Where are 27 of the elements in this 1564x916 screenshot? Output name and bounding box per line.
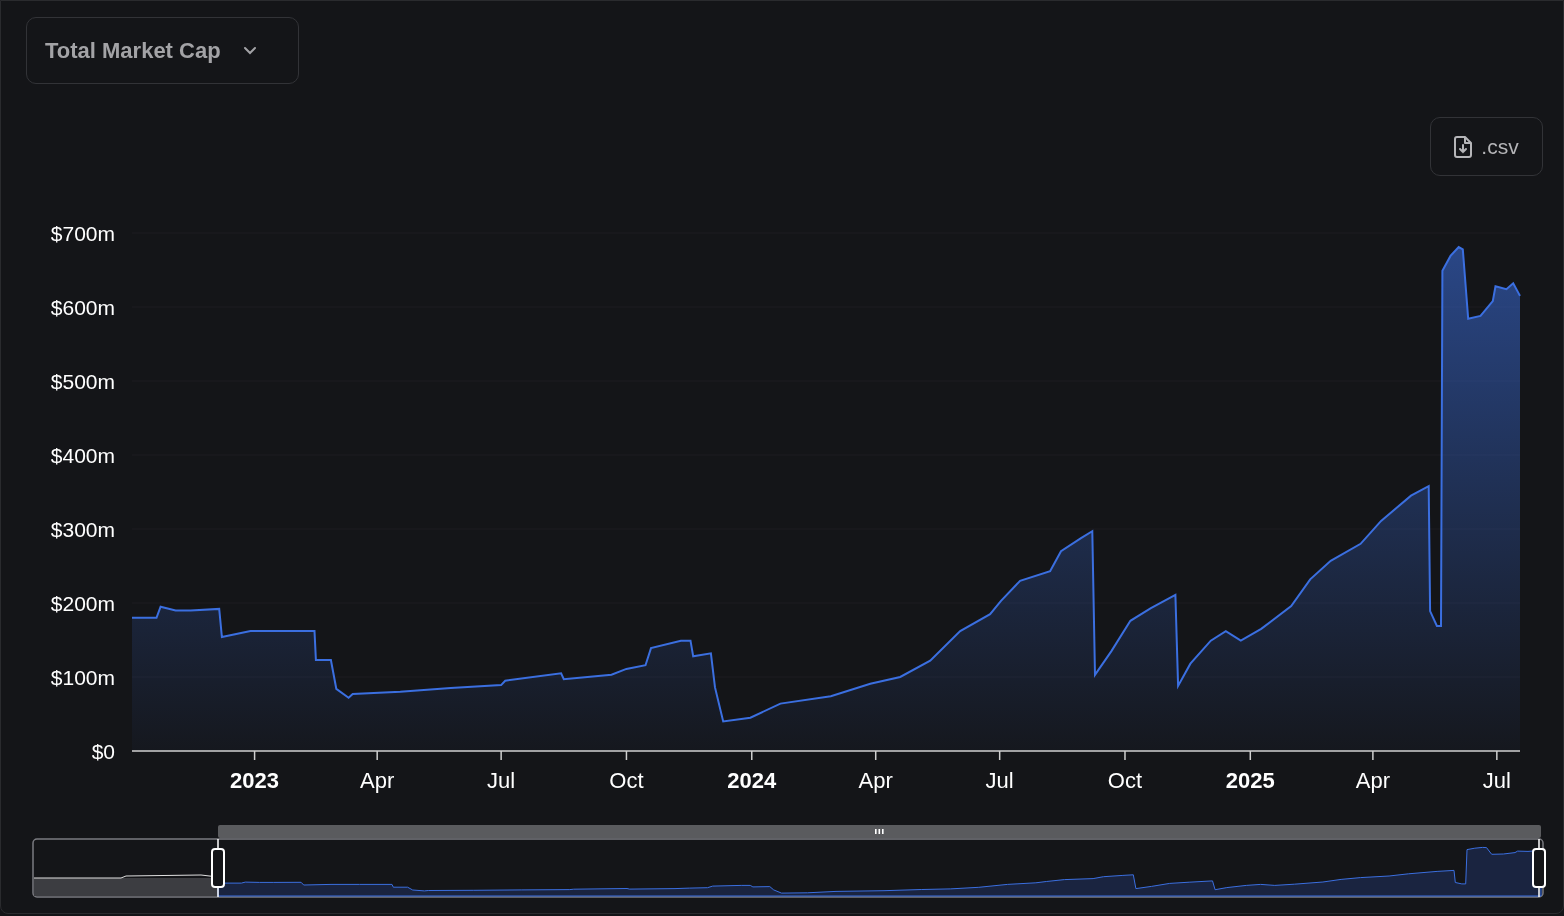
- csv-download-button[interactable]: .csv: [1430, 117, 1543, 176]
- y-axis-label: $200m: [50, 592, 115, 615]
- x-axis-label: 2025: [1225, 768, 1275, 793]
- x-axis-label: Oct: [609, 768, 644, 793]
- range-handle[interactable]: [211, 838, 225, 898]
- x-axis-label: Apr: [360, 768, 395, 793]
- x-axis-label: Apr: [858, 768, 893, 793]
- chevron-down-icon: [242, 46, 257, 55]
- x-axis-label: Apr: [1355, 768, 1390, 793]
- range-scrollbar[interactable]: [218, 825, 1541, 838]
- range-handle[interactable]: [1532, 838, 1546, 898]
- y-axis-label: $300m: [50, 518, 115, 541]
- y-axis-label: $0: [91, 740, 115, 763]
- x-axis-label: Jul: [985, 768, 1014, 793]
- y-axis-label: $600m: [50, 296, 115, 319]
- x-axis-label: Jul: [1482, 768, 1511, 793]
- y-axis-label: $100m: [50, 666, 115, 689]
- y-axis-label: $500m: [50, 370, 115, 393]
- grip-icon: [875, 829, 884, 834]
- y-axis-label: $700m: [50, 222, 115, 245]
- file-download-icon: [1454, 135, 1473, 158]
- y-axis-label: $400m: [50, 444, 115, 467]
- x-axis-label: 2024: [727, 768, 777, 793]
- metric-dropdown[interactable]: Total Market Cap: [26, 17, 299, 84]
- x-axis-label: 2023: [230, 768, 280, 793]
- x-axis-label: Oct: [1107, 768, 1143, 793]
- x-axis-label: Jul: [487, 768, 516, 793]
